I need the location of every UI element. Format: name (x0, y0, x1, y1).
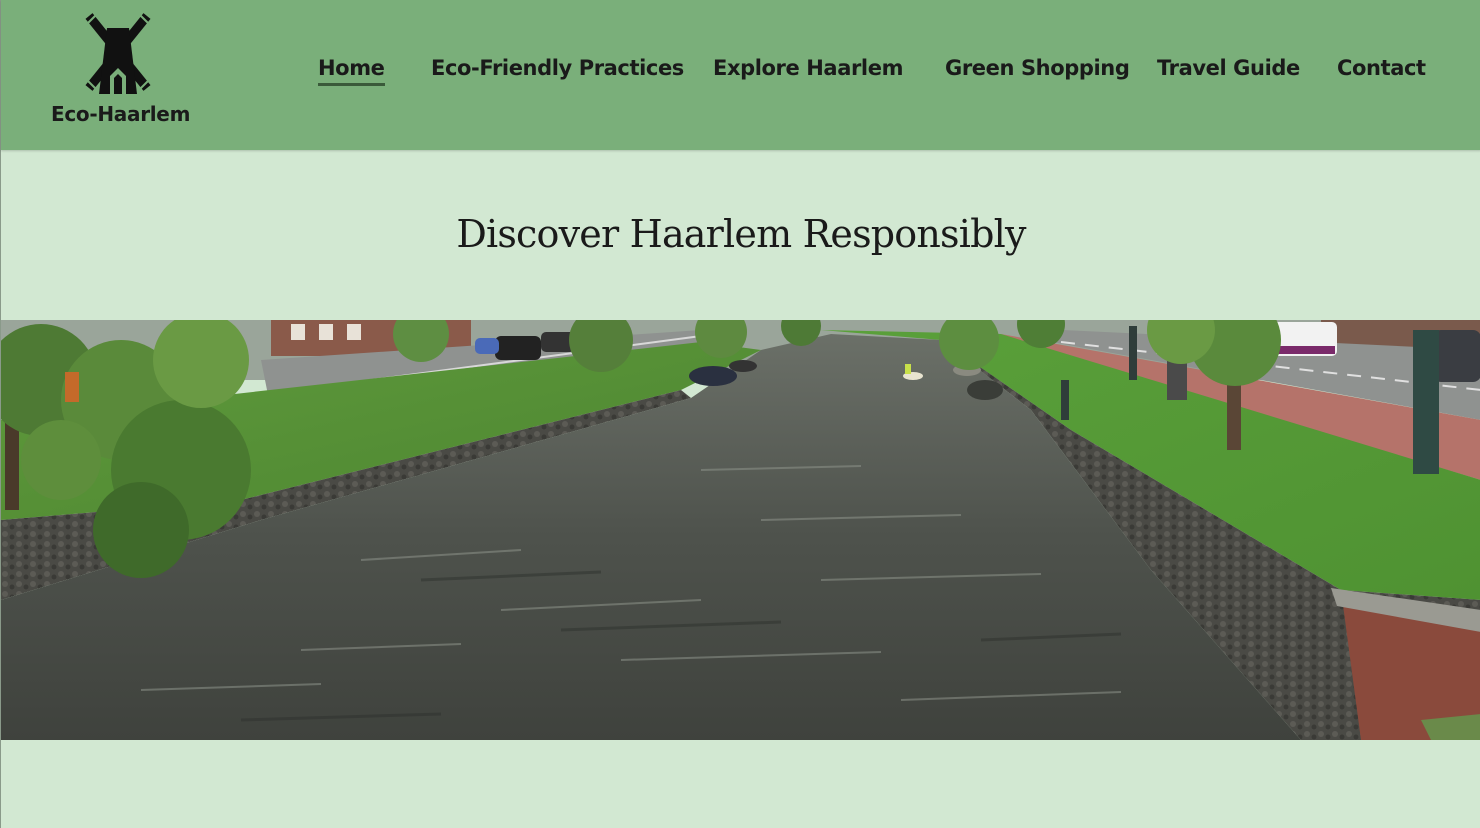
hero-title: Discover Haarlem Responsibly (456, 212, 1026, 256)
site-header: Eco-Haarlem Home Eco-Friendly Practices … (1, 0, 1480, 150)
page: Eco-Haarlem Home Eco-Friendly Practices … (0, 0, 1480, 828)
nav-green-shopping[interactable]: Green Shopping (945, 55, 1130, 83)
nav-explore-haarlem[interactable]: Explore Haarlem (713, 55, 903, 83)
hero-image-canal (1, 320, 1480, 740)
nav-eco-friendly-practices[interactable]: Eco-Friendly Practices (431, 55, 684, 83)
nav-home[interactable]: Home (318, 55, 385, 86)
brand-name: Eco-Haarlem (51, 102, 191, 126)
nav-travel-guide[interactable]: Travel Guide (1157, 55, 1300, 83)
windmill-icon (85, 13, 151, 94)
nav-contact[interactable]: Contact (1337, 55, 1426, 83)
site-logo[interactable]: Eco-Haarlem (51, 12, 191, 126)
